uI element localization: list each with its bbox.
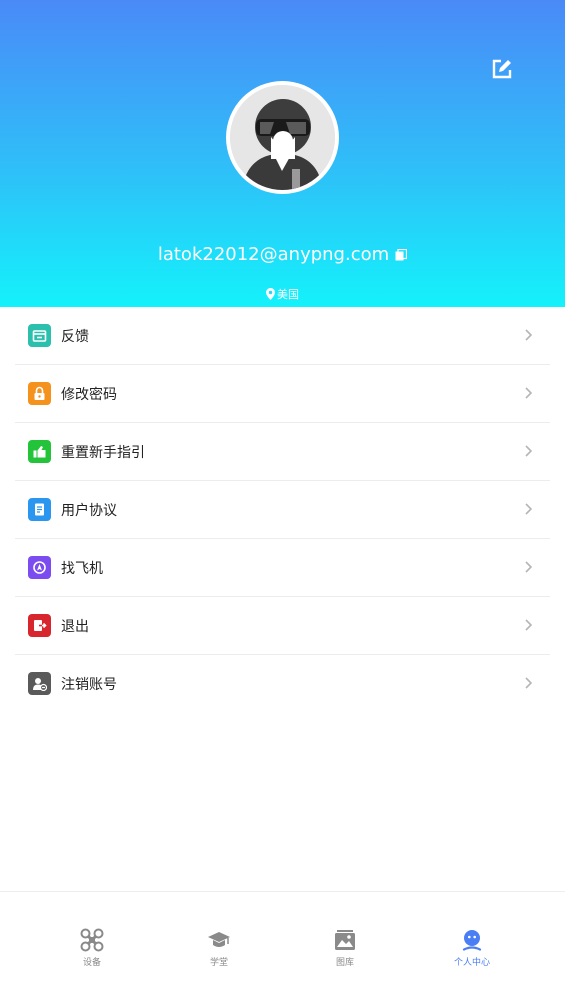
menu-label: 重置新手指引: [61, 445, 145, 461]
tab-label: 个人中心: [453, 958, 490, 968]
user-email: latok22012@anypng.com: [157, 244, 390, 265]
lock-icon: [28, 382, 51, 405]
menu-label: 退出: [61, 619, 89, 635]
tab-label: 学堂: [209, 958, 228, 968]
menu-label: 反馈: [61, 329, 89, 345]
tab-label: 图库: [335, 958, 354, 968]
menu-item-logout[interactable]: 退出: [15, 597, 550, 655]
tab-label: 设备: [82, 958, 101, 968]
chevron-right-icon: [525, 503, 532, 515]
profile-header: latok22012@anypng.com 美国: [0, 0, 565, 307]
find-drone-icon: [28, 556, 51, 579]
menu-label: 注销账号: [61, 677, 117, 693]
bottom-tab-bar: 设备 学堂 图库 个人中心: [0, 891, 565, 1004]
drone-icon: [80, 928, 104, 952]
menu-item-reset-guide[interactable]: 重置新手指引: [15, 423, 550, 481]
menu-item-delete-account[interactable]: 注销账号: [15, 655, 550, 713]
edit-icon: [492, 59, 512, 79]
chevron-right-icon: [525, 561, 532, 573]
menu-label: 修改密码: [61, 387, 117, 403]
tab-academy[interactable]: 学堂: [179, 928, 259, 968]
menu-label: 用户协议: [61, 503, 117, 519]
avatar[interactable]: [226, 81, 339, 194]
chevron-right-icon: [525, 329, 532, 341]
delete-account-icon: [28, 672, 51, 695]
feedback-icon: [28, 324, 51, 347]
location-pin-icon: [266, 288, 275, 300]
email-row: latok22012@anypng.com: [0, 244, 565, 266]
settings-menu: 反馈 修改密码 重置新手指引 用户协议 找飞机 退出 注销账号: [0, 307, 565, 713]
tab-gallery[interactable]: 图库: [305, 928, 385, 968]
edit-profile-button[interactable]: [490, 57, 514, 81]
chevron-right-icon: [525, 387, 532, 399]
menu-item-find-drone[interactable]: 找飞机: [15, 539, 550, 597]
document-icon: [28, 498, 51, 521]
chevron-right-icon: [525, 619, 532, 631]
tab-device[interactable]: 设备: [52, 928, 132, 968]
location-row: 美国: [0, 286, 565, 302]
menu-label: 找飞机: [61, 561, 103, 577]
graduation-cap-icon: [208, 932, 230, 947]
gallery-icon: [335, 930, 355, 950]
copy-icon[interactable]: [395, 245, 408, 266]
user-location: 美国: [277, 288, 299, 301]
logout-icon: [28, 614, 51, 637]
chevron-right-icon: [525, 677, 532, 689]
menu-item-change-password[interactable]: 修改密码: [15, 365, 550, 423]
menu-item-user-agreement[interactable]: 用户协议: [15, 481, 550, 539]
menu-item-feedback[interactable]: 反馈: [15, 307, 550, 365]
thumb-guide-icon: [28, 440, 51, 463]
tab-profile[interactable]: 个人中心: [432, 928, 512, 968]
chevron-right-icon: [525, 445, 532, 457]
avatar-image: [230, 85, 335, 190]
profile-icon: [462, 930, 482, 951]
